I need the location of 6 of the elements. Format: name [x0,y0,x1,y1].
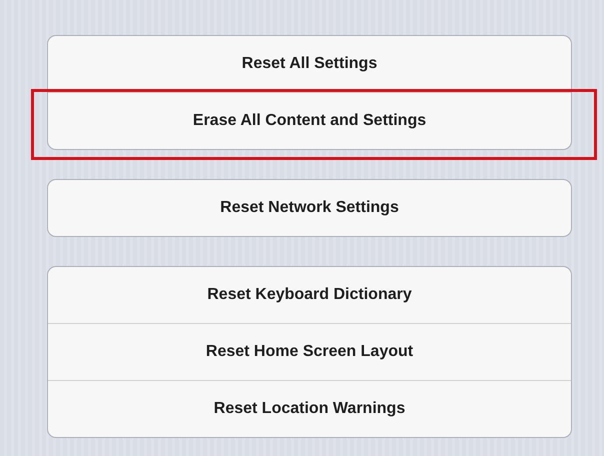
reset-button[interactable]: Reset Location Warnings [48,381,571,437]
reset-button[interactable]: Reset Network Settings [48,180,571,236]
reset-button[interactable]: Reset All Settings [48,36,571,92]
reset-button[interactable]: Erase All Content and Settings [48,93,571,149]
reset-button[interactable]: Reset Keyboard Dictionary [48,267,571,323]
reset-button[interactable]: Reset Home Screen Layout [48,324,571,380]
